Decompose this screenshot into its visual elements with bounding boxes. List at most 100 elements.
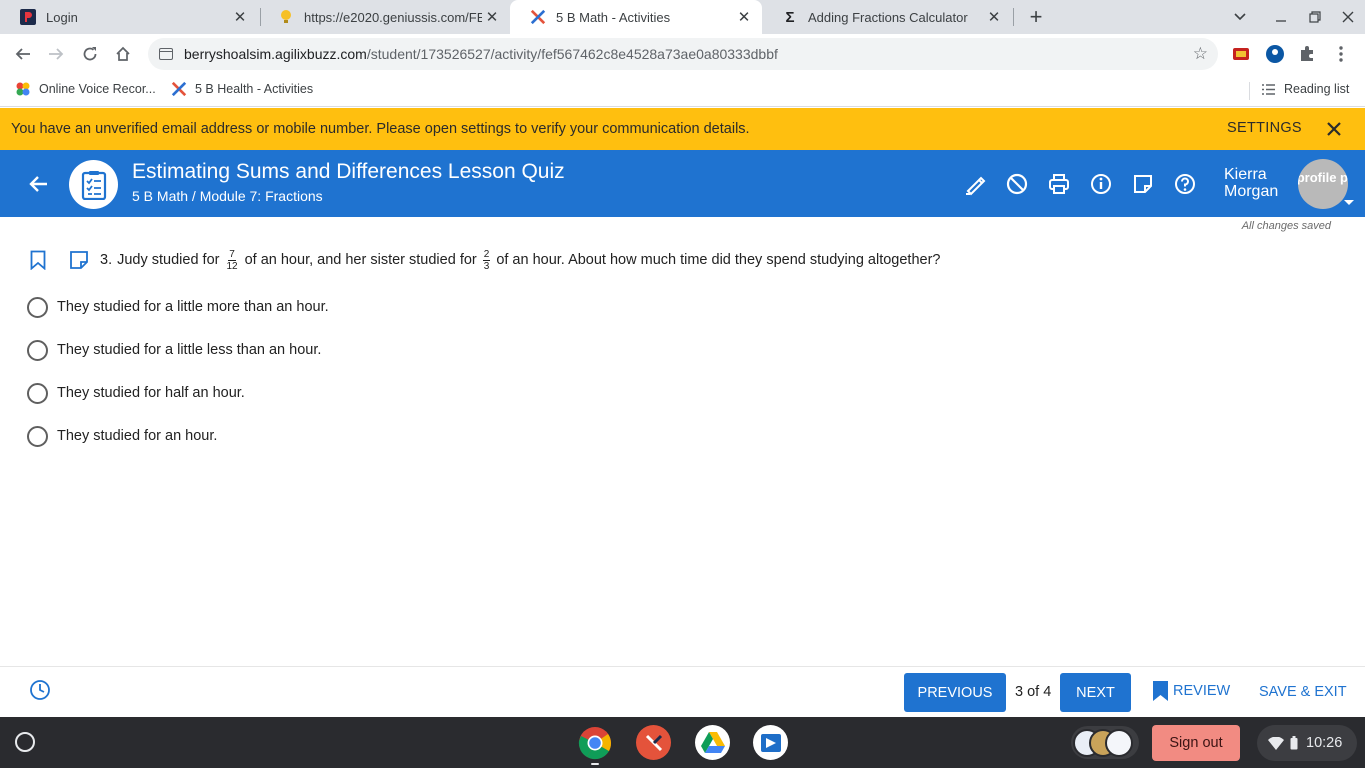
caret-down-icon[interactable] xyxy=(1344,200,1354,205)
close-icon[interactable]: ✕ xyxy=(734,7,754,27)
minimize-icon[interactable] xyxy=(1270,6,1292,28)
sticky-note-icon[interactable] xyxy=(1130,171,1156,197)
question-part-2: of an hour, and her sister studied for xyxy=(244,252,477,268)
login-favicon-icon xyxy=(20,9,36,25)
review-label: REVIEW xyxy=(1173,682,1231,699)
user-first-name: Kierra xyxy=(1224,166,1267,183)
question-text: 3. Judy studied for 7 12 of an hour, and… xyxy=(100,249,940,272)
settings-link[interactable]: SETTINGS xyxy=(1227,120,1302,136)
answer-option-4[interactable]: They studied for an hour. xyxy=(27,425,217,447)
bookmark-label: Online Voice Recor... xyxy=(39,82,156,96)
site-info-icon[interactable] xyxy=(158,46,174,62)
review-button[interactable]: REVIEW xyxy=(1152,680,1230,701)
profile-extension-icon[interactable] xyxy=(1265,44,1285,64)
back-arrow-icon[interactable] xyxy=(11,42,35,66)
sign-out-button[interactable]: Sign out xyxy=(1152,725,1240,761)
clock-time: 10:26 xyxy=(1306,735,1343,751)
save-and-exit-button[interactable]: SAVE & EXIT xyxy=(1259,684,1347,700)
answer-option-label: They studied for a little more than an h… xyxy=(57,299,329,315)
activity-header: Estimating Sums and Differences Lesson Q… xyxy=(0,150,1365,217)
launcher-icon[interactable] xyxy=(15,732,35,752)
buzz-app-icon[interactable] xyxy=(636,725,671,760)
classroom-app-icon[interactable] xyxy=(753,725,788,760)
verification-notice: You have an unverified email address or … xyxy=(0,108,1365,150)
thumbnail xyxy=(1105,728,1133,757)
restore-icon[interactable] xyxy=(1304,6,1326,28)
tab-label: Adding Fractions Calculator xyxy=(808,9,968,25)
question-position: 3 of 4 xyxy=(1015,684,1052,700)
tab-label: https://e2020.geniussis.com/FEI xyxy=(304,9,482,25)
answer-option-label: They studied for an hour. xyxy=(57,428,218,444)
avatar[interactable]: profile p xyxy=(1298,159,1348,209)
save-status: All changes saved xyxy=(1241,220,1331,232)
forward-arrow-icon[interactable] xyxy=(44,42,68,66)
tab-divider xyxy=(1013,8,1014,26)
buzz-favicon-icon xyxy=(530,9,546,25)
url-path: /student/173526527/activity/fef567462c8e… xyxy=(366,46,778,62)
bookmark-icon xyxy=(1152,680,1168,701)
close-icon[interactable]: ✕ xyxy=(984,7,1004,27)
fraction-denominator: 3 xyxy=(483,260,490,272)
url-host: berryshoalsim.agilixbuzz.com xyxy=(184,46,367,62)
question-number: 3. xyxy=(100,252,113,268)
browser-toolbar: berryshoalsim.agilixbuzz.com/student/173… xyxy=(0,34,1365,74)
address-bar[interactable]: berryshoalsim.agilixbuzz.com/student/173… xyxy=(148,38,1218,70)
print-icon[interactable] xyxy=(1046,171,1072,197)
timer-clock-icon[interactable] xyxy=(29,679,51,701)
reading-list-icon xyxy=(1260,81,1276,97)
quiz-clipboard-icon xyxy=(69,160,118,209)
extensions-puzzle-icon[interactable] xyxy=(1297,44,1317,64)
tab-search-chevron-icon[interactable] xyxy=(1229,6,1251,28)
previous-button[interactable]: PREVIOUS xyxy=(904,673,1006,712)
answer-option-2[interactable]: They studied for a little less than an h… xyxy=(27,339,321,361)
radio-button[interactable] xyxy=(27,339,48,361)
tab-5b-math[interactable]: 5 B Math - Activities ✕ xyxy=(510,0,762,34)
user-last-name: Morgan xyxy=(1224,183,1279,200)
lightbulb-favicon-icon xyxy=(278,9,294,25)
radio-button[interactable] xyxy=(27,296,48,318)
close-window-icon[interactable] xyxy=(1337,6,1359,28)
holding-space-thumbnails[interactable] xyxy=(1071,726,1139,759)
reload-icon[interactable] xyxy=(78,42,102,66)
google-drive-icon[interactable] xyxy=(695,725,730,760)
reading-list-label: Reading list xyxy=(1284,82,1350,96)
info-icon[interactable] xyxy=(1088,171,1114,197)
back-arrow-icon[interactable] xyxy=(25,171,51,197)
bookmark-5b-health[interactable]: 5 B Health - Activities xyxy=(171,81,313,97)
chrome-app-icon[interactable] xyxy=(577,725,612,760)
reading-list-button[interactable]: Reading list xyxy=(1260,81,1349,97)
next-button[interactable]: NEXT xyxy=(1060,673,1131,712)
bookmark-voice-recorder[interactable]: Online Voice Recor... xyxy=(15,81,156,97)
close-icon[interactable] xyxy=(1322,117,1346,141)
user-name[interactable]: Kierra Morgan xyxy=(1224,166,1278,200)
eliminate-answer-icon[interactable] xyxy=(1004,171,1030,197)
highlighter-icon[interactable] xyxy=(962,171,988,197)
radio-button[interactable] xyxy=(27,382,48,404)
help-icon[interactable] xyxy=(1172,171,1198,197)
new-tab-plus-icon[interactable]: + xyxy=(1024,4,1048,29)
fraction-denominator: 12 xyxy=(226,260,238,272)
browser-tab-strip: Login ✕ https://e2020.geniussis.com/FEI … xyxy=(0,0,1365,34)
tab-label: 5 B Math - Activities xyxy=(556,9,671,25)
radio-button[interactable] xyxy=(27,425,48,447)
home-icon[interactable] xyxy=(111,42,135,66)
breadcrumb: 5 B Math / Module 7: Fractions xyxy=(132,188,323,204)
answer-option-3[interactable]: They studied for half an hour. xyxy=(27,382,245,404)
bookmarks-bar: Online Voice Recor... 5 B Health - Activ… xyxy=(0,74,1365,107)
tab-fractions-calculator[interactable]: Σ Adding Fractions Calculator ✕ xyxy=(762,0,1012,34)
tab-login[interactable]: Login ✕ xyxy=(0,0,258,34)
question-note-icon[interactable] xyxy=(68,249,90,271)
tab-geniussis[interactable]: https://e2020.geniussis.com/FEI ✕ xyxy=(258,0,510,34)
more-menu-icon[interactable] xyxy=(1331,44,1351,64)
page-title: Estimating Sums and Differences Lesson Q… xyxy=(132,160,565,183)
close-icon[interactable]: ✕ xyxy=(230,7,250,27)
close-icon[interactable]: ✕ xyxy=(482,7,502,27)
running-indicator xyxy=(591,763,599,765)
buzz-favicon-icon xyxy=(171,81,187,97)
cast-extension-icon[interactable] xyxy=(1231,44,1251,64)
bookmark-question-icon[interactable] xyxy=(28,248,48,272)
system-tray[interactable]: 10:26 xyxy=(1257,725,1357,761)
answer-option-1[interactable]: They studied for a little more than an h… xyxy=(27,296,329,318)
bookmark-star-icon[interactable]: ☆ xyxy=(1193,44,1208,64)
voice-recorder-icon xyxy=(15,81,31,97)
